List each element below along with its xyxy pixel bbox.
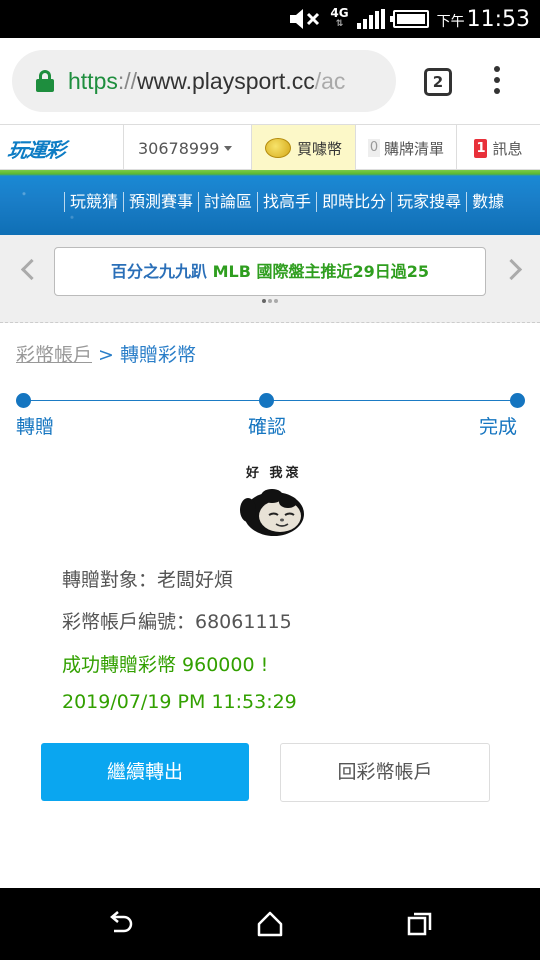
announcement-carousel: 百分之九九趴 MLB 國際盤主推近29日過25 xyxy=(0,235,540,323)
breadcrumb-parent-link[interactable]: 彩幣帳戶 xyxy=(16,344,92,366)
recipient-text: 轉贈對象：老闆好煩 xyxy=(62,569,234,591)
clock: 下午 11:53 xyxy=(436,6,530,32)
continue-transfer-button[interactable]: 繼續轉出 xyxy=(41,743,249,801)
account-dropdown[interactable]: 30678999 xyxy=(124,125,252,171)
step-dot-complete xyxy=(510,393,525,408)
buy-coin-label: 買噱幣 xyxy=(296,139,342,158)
cart-button[interactable]: 0 購牌清單 xyxy=(356,125,457,171)
nav-item-1[interactable]: 預測賽事 xyxy=(123,192,198,212)
account-number-text: 彩幣帳戶編號：68061115 xyxy=(62,611,292,633)
breadcrumb: 彩幣帳戶 > 轉贈彩幣 xyxy=(16,340,196,367)
status-bar: 4G ⇅ 下午 11:53 xyxy=(0,0,540,38)
messages-button[interactable]: 1 訊息 xyxy=(457,125,540,171)
breadcrumb-separator: > xyxy=(92,344,121,366)
signal-icon xyxy=(356,9,385,29)
nav-item-0[interactable]: 玩競猜 xyxy=(64,192,123,212)
breadcrumb-current: 轉贈彩幣 xyxy=(120,344,197,366)
mute-icon xyxy=(288,7,322,31)
main-nav: 玩競猜 預測賽事 討論區 找高手 即時比分 玩家搜尋 數據 xyxy=(0,170,540,235)
step-dot-transfer xyxy=(16,393,31,408)
nav-item-3[interactable]: 找高手 xyxy=(257,192,316,212)
system-navigation-bar xyxy=(0,888,540,960)
site-header: 玩運彩 30678999 買噱幣 0 購牌清單 1 訊息 xyxy=(0,124,540,171)
step-dot-confirm xyxy=(259,393,274,408)
transfer-timestamp: 2019/07/19 PM 11:53:29 xyxy=(62,691,297,713)
chevron-down-icon xyxy=(224,145,233,151)
battery-icon xyxy=(389,10,429,28)
chevron-right-icon[interactable] xyxy=(504,259,520,279)
step-label-complete: 完成 xyxy=(479,416,518,438)
home-icon[interactable] xyxy=(256,910,284,938)
step-label-transfer: 轉贈 xyxy=(16,416,55,438)
announcement-highlight: MLB 國際盤主推近29日過25 xyxy=(212,262,429,281)
url-text[interactable]: https://www.playsport.cc/ac xyxy=(68,68,345,95)
lock-icon xyxy=(36,70,54,92)
cart-label: 購牌清單 xyxy=(383,139,444,158)
cart-count-badge: 0 xyxy=(367,139,380,157)
account-id: 30678999 xyxy=(138,138,220,158)
back-icon[interactable] xyxy=(106,910,134,938)
chevron-left-icon[interactable] xyxy=(20,259,36,279)
site-logo[interactable]: 玩運彩 xyxy=(0,125,124,171)
nav-item-6[interactable]: 數據 xyxy=(466,192,509,212)
progress-steps: 轉贈 確認 完成 xyxy=(16,390,526,440)
success-message: 成功轉贈彩幣 960000 ! xyxy=(62,654,269,676)
coin-icon xyxy=(264,138,291,158)
network-4g-icon: 4G ⇅ xyxy=(330,6,349,29)
nav-item-2[interactable]: 討論區 xyxy=(198,192,257,212)
step-label-confirm: 確認 xyxy=(248,416,287,438)
back-to-coin-account-button[interactable]: 回彩幣帳戶 xyxy=(280,743,490,802)
announcement-prefix: 百分之九九趴 xyxy=(111,262,213,281)
announcement-link[interactable]: 百分之九九趴 MLB 國際盤主推近29日過25 xyxy=(54,247,486,296)
panda-meme-icon xyxy=(240,489,304,536)
logo-text: 玩運彩 xyxy=(6,137,67,162)
recipient-avatar: 好 我滾 xyxy=(236,460,308,546)
more-options-icon[interactable] xyxy=(492,66,502,98)
address-bar[interactable]: https://www.playsport.cc/ac xyxy=(12,50,396,112)
tab-switcher-button[interactable]: 2 xyxy=(424,68,452,96)
message-count-badge: 1 xyxy=(474,138,488,158)
messages-label: 訊息 xyxy=(492,139,523,158)
carousel-indicator xyxy=(262,299,278,303)
recent-apps-icon[interactable] xyxy=(406,910,434,938)
nav-item-4[interactable]: 即時比分 xyxy=(316,192,391,212)
nav-item-5[interactable]: 玩家搜尋 xyxy=(391,192,466,212)
buy-coin-button[interactable]: 買噱幣 xyxy=(252,125,356,171)
browser-toolbar: https://www.playsport.cc/ac 2 xyxy=(0,38,540,124)
